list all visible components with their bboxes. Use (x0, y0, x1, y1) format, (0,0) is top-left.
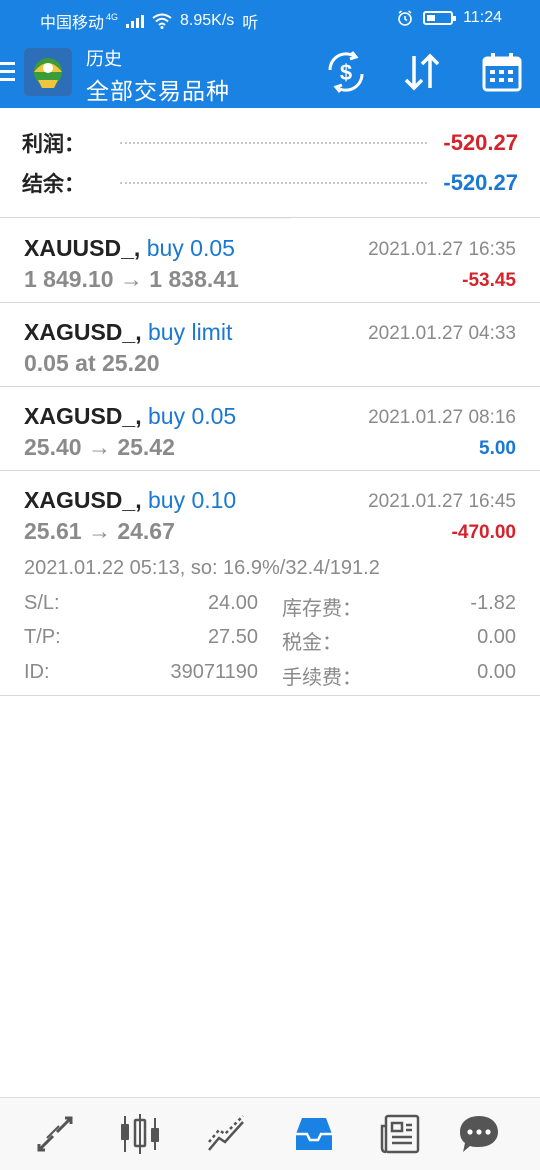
carrier-label: 中国移动 (40, 15, 105, 32)
status-extra: 听 (242, 15, 259, 32)
trend-lines-icon[interactable] (205, 1112, 249, 1156)
order-side: buy 0.05 (147, 403, 237, 429)
profit-value: -520.27 (443, 130, 518, 155)
detail-row-id: ID: 39071190 手续费： 0.00 (24, 661, 516, 691)
detail-row-tp: T/P: 27.50 税金： 0.00 (24, 626, 516, 656)
order-profit: -470.00 (451, 522, 516, 543)
currency-exchange-icon[interactable]: $ (324, 50, 368, 94)
symbol-filter-title[interactable]: 全部交易品种 (86, 72, 230, 106)
order-symbol: XAGUSD_, (24, 487, 142, 513)
order-row-expanded[interactable]: XAGUSD_, buy 0.10 2021.01.27 16:45 25.61… (0, 471, 540, 696)
order-profit: 5.00 (479, 438, 516, 459)
chat-icon[interactable] (457, 1112, 501, 1156)
bottom-navigation (0, 1097, 540, 1170)
sort-icon[interactable] (400, 50, 444, 94)
order-prices: 1 849.10 → 1 838.41 (24, 266, 239, 292)
order-side: buy 0.05 (146, 235, 235, 261)
swap-value: -1.82 (470, 592, 516, 614)
id-label: ID: (24, 661, 50, 683)
order-time: 2021.01.27 04:33 (368, 323, 516, 344)
order-row[interactable]: XAUUSD_, buy 0.05 2021.01.27 16:35 1 849… (0, 219, 540, 303)
order-prices: 25.61 → 24.67 (24, 518, 175, 544)
section-title: 历史 (86, 49, 122, 69)
svg-text:$: $ (340, 60, 352, 85)
app-header: 历史 全部交易品种 $ (0, 36, 540, 108)
order-symbol: XAGUSD_, (24, 319, 142, 345)
profit-label: 利润： (22, 133, 85, 156)
calendar-icon[interactable] (480, 50, 524, 94)
dotted-leader (120, 182, 428, 184)
chart-candles-icon[interactable] (118, 1112, 162, 1156)
order-profit: -53.45 (462, 270, 516, 291)
balance-value: -520.27 (443, 170, 518, 195)
fee-label: 手续费： (282, 667, 362, 689)
clock: 11:24 (463, 9, 502, 26)
signal-icon (126, 14, 145, 28)
order-row[interactable]: XAGUSD_, buy limit 2021.01.27 04:33 0.05… (0, 303, 540, 387)
order-symbol: XAGUSD_, (24, 403, 142, 429)
network-speed: 8.95K/s (180, 12, 235, 29)
network-type: 4G (106, 12, 119, 22)
status-bar: 中国移动 4G 8.95K/s 听 11:24 (0, 0, 540, 36)
id-value: 39071190 (170, 661, 259, 683)
order-time: 2021.01.27 08:16 (368, 407, 516, 428)
sl-label: S/L: (24, 592, 60, 614)
order-open-info: 2021.01.22 05:13, so: 16.9%/32.4/191.2 (24, 557, 380, 579)
tp-value: 27.50 (207, 626, 258, 648)
dotted-leader (120, 142, 428, 144)
detail-row-sl: S/L: 24.00 库存费： -1.82 (24, 592, 516, 622)
history-inbox-icon[interactable] (292, 1112, 336, 1156)
news-icon[interactable] (378, 1112, 422, 1156)
order-side: buy 0.10 (147, 487, 237, 513)
wifi-icon (152, 13, 172, 29)
sl-value: 24.00 (207, 592, 258, 614)
battery-icon (423, 11, 457, 25)
alarm-icon (398, 10, 412, 26)
order-symbol: XAUUSD_, (24, 235, 141, 261)
order-prices: 0.05 at 25.20 (24, 350, 160, 376)
order-side: buy limit (147, 319, 233, 345)
tp-label: T/P: (24, 626, 61, 648)
balance-label: 结余： (22, 173, 85, 196)
fee-value: 0.00 (477, 661, 516, 683)
menu-icon[interactable] (0, 62, 15, 82)
tax-label: 税金： (282, 632, 342, 654)
tax-value: 0.00 (477, 626, 516, 648)
order-time: 2021.01.27 16:35 (368, 239, 516, 260)
trade-icon[interactable] (33, 1112, 77, 1156)
order-prices: 25.40 → 25.42 (24, 434, 175, 460)
account-summary: 利润： -520.27 结余： -520.27 (0, 108, 540, 218)
app-logo[interactable] (24, 48, 72, 96)
order-row[interactable]: XAGUSD_, buy 0.05 2021.01.27 08:16 25.40… (0, 387, 540, 471)
order-time: 2021.01.27 16:45 (368, 491, 516, 512)
swap-label: 库存费： (282, 598, 362, 620)
